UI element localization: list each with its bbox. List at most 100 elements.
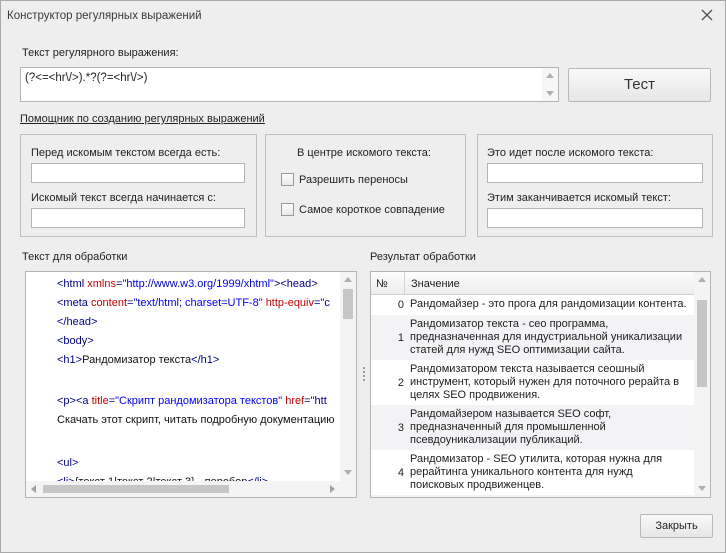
row-number: 4 <box>397 467 404 479</box>
row-value-line: инструмент, который нужен для поточного … <box>410 376 680 388</box>
code-line: Скачать этот скрипт, читать подробную до… <box>57 413 335 427</box>
code-token: ="htt <box>304 395 327 407</box>
close-button[interactable]: Закрыть <box>640 514 713 538</box>
code-token: </head> <box>57 316 98 328</box>
code-line: <p><a title="Скрипт рандомизатора тексто… <box>57 394 327 408</box>
table-row[interactable]: 0 Рандомайзер - это прога для рандомизаци… <box>371 295 695 315</box>
scroll-left-icon[interactable] <box>31 485 36 493</box>
row-value-line: рерайтинга уникального контента для нужд <box>410 466 633 478</box>
scroll-down-icon[interactable] <box>344 470 352 475</box>
allow-wrap-checkbox[interactable] <box>281 173 294 186</box>
code-line: <h1>Рандомизатор текста</h1> <box>57 353 219 367</box>
regex-label: Текст регулярного выражения: <box>22 47 179 59</box>
row-value-line: статей для нужд SEO оптимизации сайта. <box>410 344 625 356</box>
code-token: "http://www.w3.org/1999/xhtml" <box>122 278 274 290</box>
column-header-value[interactable]: Значение <box>411 278 460 290</box>
scroll-thumb[interactable] <box>43 485 229 493</box>
code-token: <body> <box>57 335 94 347</box>
code-token: http-equiv <box>265 297 314 309</box>
scroll-thumb[interactable] <box>343 289 353 319</box>
title-bar[interactable]: Конструктор регулярных выражений <box>1 1 725 31</box>
close-icon[interactable] <box>699 7 715 23</box>
regex-scrollbar[interactable] <box>542 68 558 101</box>
result-grid[interactable]: № Значение 0 Рандомайзер - это прога для … <box>370 271 711 498</box>
row-value-line: Рандомизатор - SEO утилита, которая нужн… <box>410 453 663 465</box>
before-text-input[interactable] <box>31 163 245 183</box>
row-value: Рандомизатор - SEO утилита, которая нужн… <box>410 453 693 492</box>
code-token: <h1> <box>57 354 83 366</box>
column-header-number[interactable]: № <box>371 272 405 294</box>
code-token: ><head> <box>273 278 318 290</box>
scroll-up-icon[interactable] <box>546 73 554 78</box>
row-value: Рандомизатором текста называется сеошный… <box>410 363 693 402</box>
result-vertical-scrollbar[interactable] <box>694 272 710 497</box>
code-token: href <box>285 395 305 407</box>
row-value-line: Рандомизатор текста - сео программа, <box>410 318 609 330</box>
code-token: <p><a <box>57 395 92 407</box>
source-vertical-scrollbar[interactable] <box>340 272 356 482</box>
row-value-line: псевдоуникализации публикаций. <box>410 434 583 446</box>
splitter-dot <box>363 367 365 369</box>
window-title: Конструктор регулярных выражений <box>7 10 202 22</box>
source-code-area[interactable]: <html xmlns="http://www.w3.org/1999/xhtm… <box>26 272 341 482</box>
splitter-dot <box>363 375 365 377</box>
shortest-match-checkbox[interactable] <box>281 203 294 216</box>
row-value: Рандомайзером называется SEO софт, предна… <box>410 408 693 447</box>
code-token: title <box>91 395 109 407</box>
code-token: </h1> <box>191 354 220 366</box>
code-line: <html xmlns="http://www.w3.org/1999/xhtm… <box>57 277 318 291</box>
regex-builder-window: Конструктор регулярных выражений Текст р… <box>0 0 726 553</box>
row-number: 3 <box>397 422 404 434</box>
code-line: <body> <box>57 334 94 348</box>
row-value-line: поисковых продвиженцев. <box>410 479 545 491</box>
ends-with-label: Этим заканчивается искомый текст: <box>487 192 671 204</box>
scroll-down-icon[interactable] <box>698 486 706 491</box>
after-text-label: Это идет после искомого текста: <box>487 147 654 159</box>
panel-splitter[interactable] <box>363 367 366 381</box>
code-token: "Скрипт рандомизатора текстов" <box>115 395 286 407</box>
shortest-match-label[interactable]: Самое короткое совпадение <box>299 204 445 216</box>
source-horizontal-scrollbar[interactable] <box>26 481 356 497</box>
scroll-up-icon[interactable] <box>698 277 706 282</box>
result-grid-header: № Значение <box>371 272 695 295</box>
row-value-line: предназначенная для индустриальной уника… <box>410 331 683 343</box>
scroll-down-icon[interactable] <box>546 91 554 96</box>
allow-wrap-label[interactable]: Разрешить переносы <box>299 174 408 186</box>
center-text-title: В центре искомого текста: <box>297 147 431 159</box>
row-value-line: Рандомайзер - это прога для рандомизации… <box>410 298 687 310</box>
starts-with-input[interactable] <box>31 208 245 228</box>
code-token: ="c <box>314 297 330 309</box>
code-token: <meta <box>57 297 91 309</box>
code-line: <ul> <box>57 456 78 470</box>
result-rows: 0 Рандомайзер - это прога для рандомизаци… <box>371 295 695 497</box>
code-line: </head> <box>57 315 97 329</box>
ends-with-input[interactable] <box>487 208 703 228</box>
after-text-input[interactable] <box>487 163 703 183</box>
test-button[interactable]: Тест <box>568 68 711 102</box>
helper-link[interactable]: Помощник по созданию регулярных выражени… <box>20 113 265 125</box>
scroll-up-icon[interactable] <box>344 277 352 282</box>
table-row[interactable]: Рандомизатором текста называется спамерс… <box>371 495 695 497</box>
scroll-right-icon[interactable] <box>330 485 335 493</box>
row-value-line: Рандомайзером называется SEO софт, <box>410 408 612 420</box>
scroll-thumb[interactable] <box>697 300 707 387</box>
row-number: 1 <box>397 332 404 344</box>
row-number: 2 <box>397 377 404 389</box>
starts-with-label: Искомый текст всегда начинается с: <box>31 192 216 204</box>
code-line: <meta content="text/html; charset=UTF-8"… <box>57 296 330 310</box>
regex-value[interactable]: (?<=<hr\/>).*?(?=<hr\/>) <box>25 72 147 84</box>
group-after-text: Это идет после искомого текста: Этим зак… <box>477 134 713 237</box>
row-value-line: предназначенный для промышленной <box>410 421 606 433</box>
table-row[interactable]: 2 Рандомизатором текста называется сеошны… <box>371 360 695 405</box>
source-text-editor[interactable]: <html xmlns="http://www.w3.org/1999/xhtm… <box>25 271 357 498</box>
code-token: Рандомизатор текста <box>82 354 192 366</box>
table-row[interactable]: 3 Рандомайзером называется SEO софт, предн… <box>371 405 695 450</box>
group-before-text: Перед искомым текстом всегда есть: Иском… <box>20 134 257 237</box>
regex-input[interactable]: (?<=<hr\/>).*?(?=<hr\/>) <box>20 67 559 102</box>
row-value-line: целях SEO продвижения. <box>410 389 541 401</box>
row-number: 0 <box>397 299 404 311</box>
table-row[interactable]: 4 Рандомизатор - SEO утилита, которая нуж… <box>371 450 695 495</box>
table-row[interactable]: 1 Рандомизатор текста - сео программа, пре… <box>371 315 695 360</box>
splitter-dot <box>363 371 365 373</box>
code-token: content <box>90 297 128 309</box>
